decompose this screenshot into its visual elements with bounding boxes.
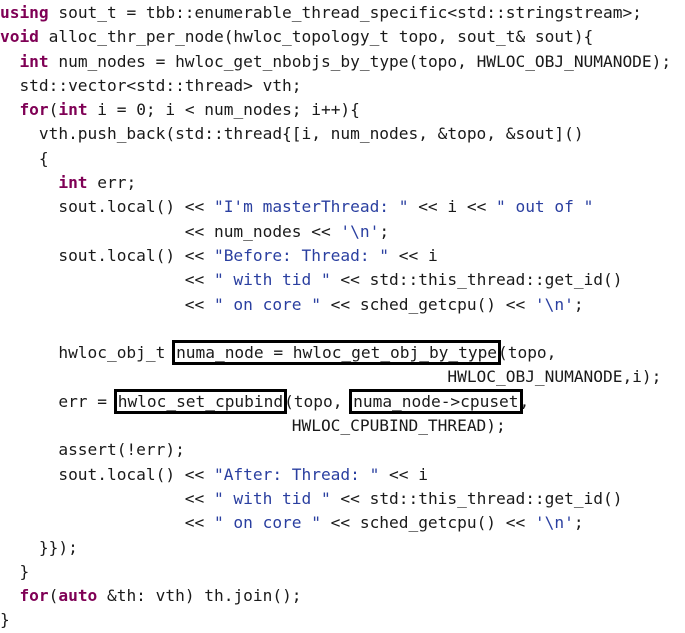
code-token: << [0, 513, 214, 533]
code-token: << [0, 488, 214, 508]
code-line: for(int i = 0; i < num_nodes; i++){ [0, 98, 671, 122]
code-token: HWLOC_OBJ_NUMANODE,i); [0, 367, 662, 387]
string-literal-token: '\n' [340, 221, 380, 241]
code-token: num_nodes = hwloc_get_nbobjs_by_type(top… [48, 51, 672, 71]
code-line: int num_nodes = hwloc_get_nbobjs_by_type… [0, 50, 671, 74]
keyword-token: int [19, 51, 49, 71]
highlighted-code-box: numa_node->cpuset [349, 388, 523, 414]
code-token: << sched_getcpu() << [320, 513, 535, 533]
code-line: vth.push_back(std::thread{[i, num_nodes,… [0, 122, 671, 146]
code-line: sout.local() << "After: Thread: " << i [0, 463, 671, 487]
code-token: << sched_getcpu() << [320, 294, 535, 314]
string-literal-token: "I'm masterThread: " [213, 197, 409, 217]
code-token: { [0, 148, 49, 168]
code-token: (topo, [284, 391, 353, 411]
code-token: i = 0; i < num_nodes; i++){ [87, 100, 360, 120]
code-token: sout.local() << [0, 464, 214, 484]
code-token: err; [87, 173, 137, 193]
code-token: &th: vth) th.join(); [97, 586, 302, 606]
code-listing: using sout_t = tbb::enumerable_thread_sp… [0, 1, 671, 633]
code-line: << " with tid " << std::this_thread::get… [0, 487, 671, 511]
code-token: ; [573, 294, 584, 314]
code-line: using sout_t = tbb::enumerable_thread_sp… [0, 1, 671, 25]
string-literal-token: " with tid " [213, 488, 331, 508]
string-literal-token: "Before: Thread: " [213, 245, 390, 265]
code-line: << " with tid " << std::this_thread::get… [0, 268, 671, 292]
code-token: } [0, 610, 10, 630]
code-token: << std::this_thread::get_id() [330, 488, 623, 508]
code-token: sout_t = tbb::enumerable_thread_specific… [48, 3, 642, 22]
code-token: sout.local() << [0, 245, 214, 265]
highlighted-code-box: numa_node = hwloc_get_obj_by_type [172, 340, 502, 366]
code-token: << [0, 294, 214, 314]
code-token: ( [48, 586, 59, 606]
code-token: alloc_thr_per_node(hwloc_topology_t topo… [38, 27, 594, 47]
string-literal-token: " on core " [213, 294, 321, 314]
code-line: }}); [0, 536, 671, 560]
code-token: vth.push_back(std::thread{[i, num_nodes,… [0, 124, 584, 144]
code-token: err = [0, 391, 117, 411]
keyword-token: auto [58, 586, 98, 606]
string-literal-token: '\n' [534, 294, 574, 314]
code-token: ( [48, 100, 59, 120]
code-token: ; [573, 513, 584, 533]
keyword-token: void [0, 27, 39, 47]
code-line: hwloc_obj_t numa_node = hwloc_get_obj_by… [0, 340, 671, 366]
code-token: } [0, 561, 30, 581]
code-token: hwloc_obj_t [0, 343, 176, 363]
code-token: << std::this_thread::get_id() [330, 270, 623, 290]
code-line: { [0, 147, 671, 171]
string-literal-token: " on core " [213, 513, 321, 533]
code-line: std::vector<std::thread> vth; [0, 74, 671, 98]
code-line: for(auto &th: vth) th.join(); [0, 584, 671, 608]
code-line: HWLOC_CPUBIND_THREAD); [0, 414, 671, 438]
code-token: << num_nodes << [0, 221, 341, 241]
code-token: << i [379, 464, 428, 484]
code-line: << " on core " << sched_getcpu() << '\n'… [0, 511, 671, 535]
code-token: << [0, 270, 214, 290]
code-line: sout.local() << "Before: Thread: " << i [0, 244, 671, 268]
code-token: , [519, 391, 530, 411]
code-token: sout.local() << [0, 197, 214, 217]
code-line: HWLOC_OBJ_NUMANODE,i); [0, 365, 671, 389]
code-line: assert(!err); [0, 438, 671, 462]
code-token: << i << [408, 197, 497, 217]
code-line: } [0, 560, 671, 584]
code-line: err = hwloc_set_cpubind(topo, numa_node-… [0, 388, 671, 414]
code-line: << " on core " << sched_getcpu() << '\n'… [0, 293, 671, 317]
code-token: std::vector<std::thread> vth; [0, 75, 302, 95]
code-token: }}); [0, 537, 78, 557]
keyword-token: using [0, 3, 49, 22]
code-line: << num_nodes << '\n'; [0, 220, 671, 244]
code-token: << i [389, 245, 438, 265]
string-literal-token: " with tid " [213, 270, 331, 290]
keyword-token: for [19, 100, 49, 120]
code-token: HWLOC_CPUBIND_THREAD); [0, 416, 506, 436]
string-literal-token: " out of " [496, 197, 594, 217]
code-line: } [0, 608, 671, 632]
string-literal-token: '\n' [534, 513, 574, 533]
string-literal-token: "After: Thread: " [213, 464, 380, 484]
code-token: (topo, [498, 343, 557, 363]
code-line: int err; [0, 171, 671, 195]
keyword-token: for [19, 586, 49, 606]
code-token: assert(!err); [0, 440, 185, 460]
code-line: void alloc_thr_per_node(hwloc_topology_t… [0, 25, 671, 49]
code-line: sout.local() << "I'm masterThread: " << … [0, 195, 671, 219]
highlighted-code-box: hwloc_set_cpubind [113, 388, 288, 414]
keyword-token: int [58, 100, 88, 120]
keyword-token: int [58, 173, 88, 193]
code-token: ; [379, 221, 390, 241]
